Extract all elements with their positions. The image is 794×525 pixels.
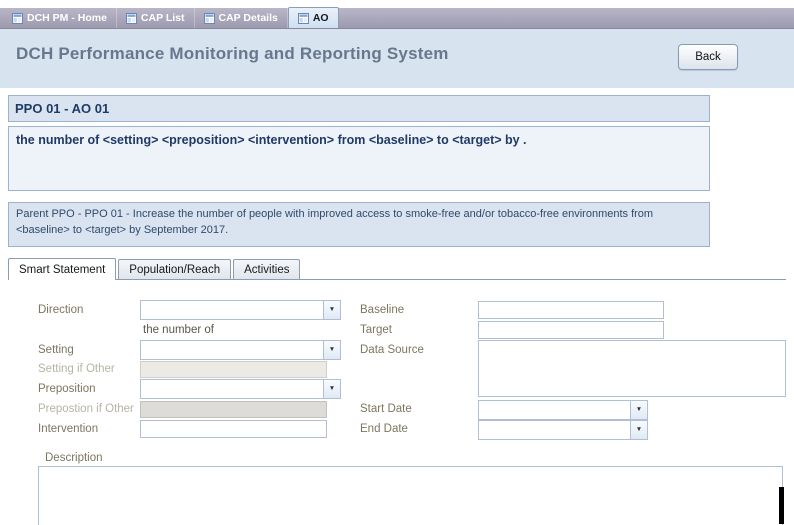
subtab-bar: Smart Statement Population/Reach Activit… (8, 258, 300, 280)
parent-ppo-box: Parent PPO - PPO 01 - Increase the numbe… (8, 202, 710, 247)
header-band: DCH Performance Monitoring and Reporting… (0, 29, 794, 88)
baseline-field[interactable] (478, 301, 664, 319)
setting-combobox[interactable]: ▼ (140, 340, 341, 360)
intervention-field[interactable] (140, 420, 327, 438)
tab-cap-list[interactable]: CAP List (117, 8, 195, 28)
tab-cap-details[interactable]: CAP Details (195, 8, 288, 28)
data-source-field[interactable] (478, 340, 786, 397)
preposition-label: Preposition (38, 383, 96, 395)
dropdown-button[interactable]: ▼ (630, 421, 647, 439)
record-title-box: PPO 01 - AO 01 (8, 95, 710, 122)
target-field[interactable] (478, 321, 664, 339)
form-icon (126, 13, 137, 24)
tab-label: AO (313, 12, 329, 24)
end-date-label: End Date (360, 423, 408, 435)
tab-label: CAP List (141, 12, 185, 24)
tab-smart-statement[interactable]: Smart Statement (8, 258, 116, 280)
dropdown-button[interactable]: ▼ (323, 341, 340, 359)
dropdown-button[interactable]: ▼ (323, 380, 340, 398)
chevron-down-icon: ▼ (329, 386, 335, 393)
end-date-combobox[interactable]: ▼ (478, 420, 648, 440)
tab-activities[interactable]: Activities (233, 259, 300, 279)
target-label: Target (360, 324, 392, 336)
data-source-label: Data Source (360, 344, 424, 356)
intervention-label: Intervention (38, 423, 98, 435)
setting-if-other-field (140, 361, 327, 378)
chevron-down-icon: ▼ (636, 407, 642, 414)
chevron-down-icon: ▼ (329, 307, 335, 314)
preposition-combobox[interactable]: ▼ (140, 379, 341, 399)
direction-combobox[interactable]: ▼ (140, 300, 341, 320)
tab-label: DCH PM - Home (27, 12, 107, 24)
preposition-if-other-label: Prepostion if Other (38, 403, 134, 415)
chevron-down-icon: ▼ (329, 347, 335, 354)
tab-dch-pm-home[interactable]: DCH PM - Home (3, 8, 117, 28)
dropdown-button[interactable]: ▼ (630, 401, 647, 419)
baseline-label: Baseline (360, 304, 404, 316)
preposition-if-other-field (140, 401, 327, 418)
record-title-text: PPO 01 - AO 01 (15, 101, 109, 116)
direction-label: Direction (38, 304, 83, 316)
tab-label: CAP Details (219, 12, 278, 24)
tab-population-reach[interactable]: Population/Reach (118, 259, 231, 279)
dropdown-button[interactable]: ▼ (323, 301, 340, 319)
direction-caption: the number of (143, 324, 214, 336)
setting-label: Setting (38, 344, 74, 356)
page-title: DCH Performance Monitoring and Reporting… (16, 44, 449, 64)
statement-text: the number of <setting> <preposition> <i… (16, 133, 527, 147)
form-icon (12, 13, 23, 24)
form-icon (298, 13, 309, 24)
parent-ppo-text: Parent PPO - PPO 01 - Increase the numbe… (16, 208, 653, 236)
start-date-label: Start Date (360, 403, 412, 415)
window-edge-artifact (779, 487, 784, 524)
setting-if-other-label: Setting if Other (38, 363, 115, 375)
document-tab-bar: DCH PM - Home CAP List CAP Details AO (0, 8, 794, 29)
form-icon (204, 13, 215, 24)
start-date-combobox[interactable]: ▼ (478, 400, 648, 420)
chevron-down-icon: ▼ (636, 427, 642, 434)
back-button[interactable]: Back (678, 44, 738, 70)
app-window: DCH PM - Home CAP List CAP Details AO DC… (0, 0, 794, 525)
description-label: Description (45, 452, 103, 464)
statement-box: the number of <setting> <preposition> <i… (8, 126, 710, 191)
description-field[interactable] (38, 466, 783, 525)
tab-ao[interactable]: AO (288, 7, 339, 28)
